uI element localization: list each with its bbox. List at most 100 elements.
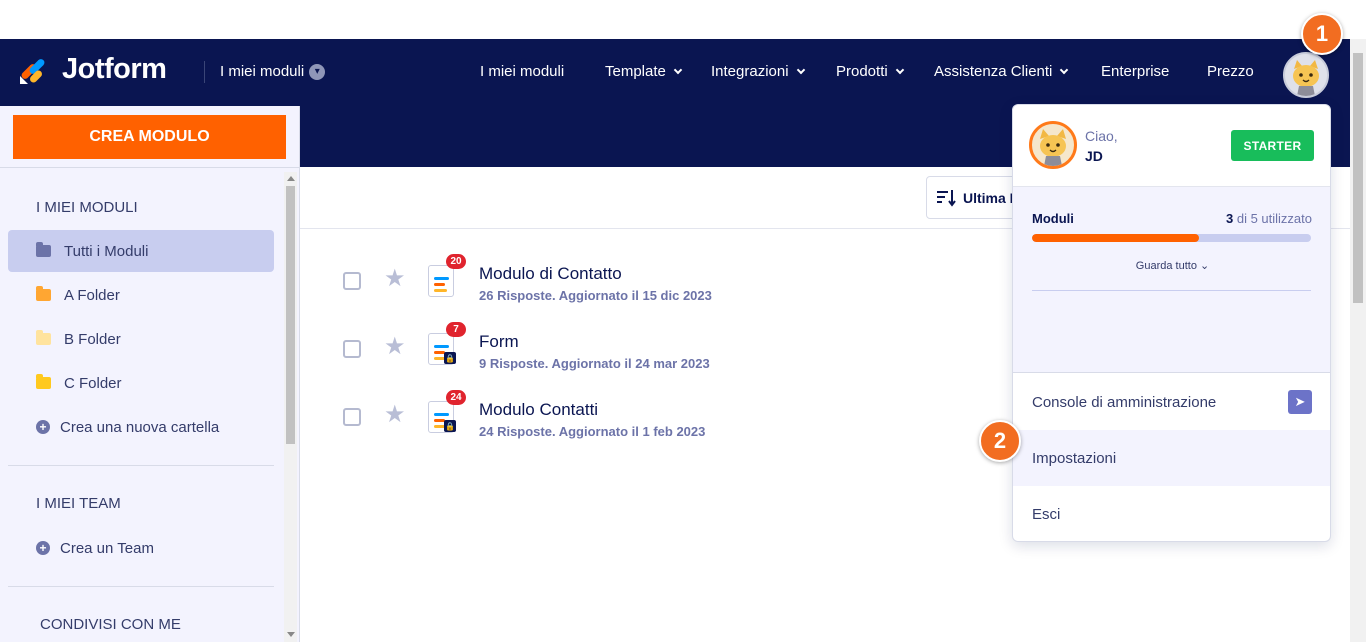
greeting-text: Ciao,	[1085, 128, 1118, 144]
chevron-down-icon: ▾	[309, 63, 326, 80]
folder-icon	[36, 330, 51, 345]
sidebar-divider	[0, 167, 300, 168]
sidebar-heading-shared: CONDIVISI CON ME	[40, 616, 181, 633]
logout-label: Esci	[1032, 505, 1061, 523]
star-icon[interactable]: ★	[384, 403, 406, 427]
usage-count: 3 di 5 utilizzato	[1226, 211, 1312, 226]
star-icon[interactable]: ★	[384, 335, 406, 359]
cat-avatar-icon	[1285, 54, 1327, 96]
sidebar-item-label: A Folder	[64, 286, 120, 304]
form-checkbox[interactable]	[343, 408, 361, 426]
lock-icon: 🔒	[444, 420, 456, 432]
user-name: JD	[1085, 148, 1103, 164]
form-meta: 9 Risposte. Aggiornato il 24 mar 2023	[479, 356, 710, 371]
my-forms-switcher-label: I miei moduli	[220, 63, 305, 80]
sidebar-item-label: C Folder	[64, 374, 122, 392]
usage-section: Moduli 3 di 5 utilizzato Guarda tutto ⌄	[1013, 187, 1330, 373]
create-folder-label: Crea una nuova cartella	[60, 418, 220, 436]
plan-badge[interactable]: STARTER	[1231, 130, 1314, 161]
usage-progress-fill	[1032, 234, 1200, 242]
scroll-up-icon[interactable]	[287, 176, 295, 181]
account-avatar-button[interactable]	[1283, 52, 1329, 98]
create-team-label: Crea un Team	[60, 539, 154, 557]
chevron-down-icon	[796, 65, 805, 74]
sidebar-item-a-folder[interactable]: A Folder	[8, 274, 274, 316]
chevron-down-icon	[1060, 65, 1069, 74]
usage-divider	[1032, 290, 1311, 291]
form-meta: 24 Risposte. Aggiornato il 1 feb 2023	[479, 424, 706, 439]
browser-top-area	[0, 0, 1366, 39]
form-list-item[interactable]: ★ 7 🔒 Form 9 Risposte. Aggiornato il 24 …	[300, 322, 1000, 398]
chevron-down-icon	[895, 65, 904, 74]
logo-text: Jotform	[62, 53, 167, 85]
top-navbar: Jotform I miei moduli ▾ I miei moduli Te…	[0, 39, 1366, 106]
form-checkbox[interactable]	[343, 272, 361, 290]
sidebar: CREA MODULO I MIEI MODULI Tutti i Moduli…	[0, 106, 300, 642]
account-dropdown-menu: Ciao, JD STARTER Moduli 3 di 5 utilizzat…	[1012, 104, 1331, 542]
nav-divider	[204, 61, 205, 83]
sidebar-scroll-thumb[interactable]	[286, 186, 295, 444]
sidebar-item-label: Tutti i Moduli	[64, 242, 149, 260]
star-icon[interactable]: ★	[384, 267, 406, 291]
step-marker-1: 1	[1301, 13, 1343, 55]
admin-console-label: Console di amministrazione	[1032, 393, 1217, 411]
settings-label: Impostazioni	[1032, 449, 1117, 467]
form-title[interactable]: Modulo Contatti	[479, 400, 598, 420]
cat-avatar-icon	[1029, 121, 1077, 169]
sort-button[interactable]: Ultima M	[926, 176, 1026, 219]
settings-item[interactable]: Impostazioni	[1013, 430, 1330, 486]
page-scroll-thumb[interactable]	[1353, 53, 1363, 303]
sidebar-heading-my-teams: I MIEI TEAM	[36, 495, 121, 512]
new-submissions-badge: 7	[446, 322, 466, 337]
new-submissions-badge: 20	[446, 254, 466, 269]
nav-my-forms[interactable]: I miei moduli	[480, 63, 564, 80]
nav-integrations[interactable]: Integrazioni	[711, 63, 805, 80]
usage-progress-bar	[1032, 234, 1311, 242]
plus-circle-icon: +	[36, 420, 50, 434]
create-form-button[interactable]: CREA MODULO	[13, 115, 286, 159]
sidebar-item-all-forms[interactable]: Tutti i Moduli	[8, 230, 274, 272]
form-title[interactable]: Form	[479, 332, 519, 352]
account-menu-header: Ciao, JD STARTER	[1013, 105, 1330, 187]
form-title[interactable]: Modulo di Contatto	[479, 264, 622, 284]
form-meta: 26 Risposte. Aggiornato il 15 dic 2023	[479, 288, 712, 303]
see-all-link[interactable]: Guarda tutto ⌄	[1013, 259, 1330, 272]
sidebar-item-b-folder[interactable]: B Folder	[8, 318, 274, 360]
sidebar-item-label: B Folder	[64, 330, 121, 348]
step-marker-2: 2	[979, 420, 1021, 462]
nav-support[interactable]: Assistenza Clienti	[934, 63, 1069, 80]
folder-icon	[36, 242, 51, 257]
sidebar-heading-my-forms: I MIEI MODULI	[36, 199, 138, 216]
chevron-down-icon	[673, 65, 683, 74]
admin-console-item[interactable]: Console di amministrazione ➤	[1013, 374, 1330, 430]
nav-pricing[interactable]: Prezzo	[1207, 63, 1254, 80]
scroll-down-icon[interactable]	[287, 632, 295, 637]
nav-products[interactable]: Prodotti	[836, 63, 904, 80]
usage-label: Moduli	[1032, 211, 1074, 226]
jotform-logo-icon	[20, 58, 45, 84]
folder-icon	[36, 374, 51, 389]
create-folder-button[interactable]: + Crea una nuova cartella	[8, 406, 274, 448]
sidebar-divider	[8, 586, 274, 587]
sidebar-scrollbar[interactable]	[284, 172, 297, 642]
create-team-button[interactable]: + Crea un Team	[8, 527, 274, 569]
form-list-item[interactable]: ★ 20 Modulo di Contatto 26 Risposte. Agg…	[300, 254, 1000, 330]
my-forms-switcher[interactable]: I miei moduli ▾	[220, 63, 326, 80]
plus-circle-icon: +	[36, 541, 50, 555]
chevron-down-icon: ⌄	[1200, 260, 1210, 272]
form-list-item[interactable]: ★ 24 🔒 Modulo Contatti 24 Risposte. Aggi…	[300, 390, 1000, 466]
folder-icon	[36, 286, 51, 301]
lock-icon: 🔒	[444, 352, 456, 364]
page-scrollbar[interactable]	[1350, 39, 1366, 642]
sidebar-divider	[8, 465, 274, 466]
rocket-icon: ➤	[1288, 390, 1312, 414]
nav-template[interactable]: Template	[605, 63, 683, 80]
form-checkbox[interactable]	[343, 340, 361, 358]
logout-item[interactable]: Esci	[1013, 486, 1330, 541]
nav-enterprise[interactable]: Enterprise	[1101, 63, 1169, 80]
new-submissions-badge: 24	[446, 390, 466, 405]
form-icon	[428, 265, 454, 297]
sort-icon	[937, 189, 956, 207]
jotform-logo[interactable]: Jotform	[18, 53, 167, 86]
sidebar-item-c-folder[interactable]: C Folder	[8, 362, 274, 404]
